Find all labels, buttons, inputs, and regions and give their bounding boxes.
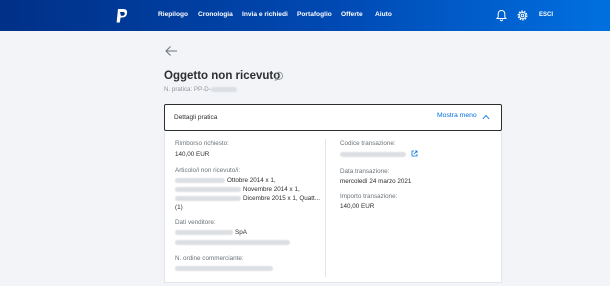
transaction-date-label: Data transazione:	[340, 168, 390, 175]
case-number: N. pratica: PP-D-	[164, 86, 237, 93]
nav-item-aiuto[interactable]: Aiuto	[375, 11, 392, 18]
transaction-amount-label: Importo transazione:	[340, 193, 398, 200]
redacted-transaction-code[interactable]	[340, 152, 406, 157]
nav-item-riepilogo[interactable]: Riepilogo	[158, 11, 188, 18]
settings-gear-icon[interactable]	[516, 9, 529, 22]
case-details-body: Rimborso richiesto: 140,00 EUR Articolo/…	[164, 131, 502, 283]
redacted-seller-email	[175, 240, 290, 245]
item-line-1: Ottobre 2014 x 1,	[175, 177, 276, 184]
chat-bubble-icon[interactable]	[274, 71, 284, 81]
merchant-order-label: N. ordine commerciante:	[175, 255, 244, 262]
transaction-code-label: Codice transazione:	[340, 140, 396, 147]
redacted-case-id	[210, 86, 237, 92]
nav-item-invia-e-richiedi[interactable]: Invia e richiedi	[242, 11, 288, 18]
logout-button[interactable]: ESCI	[539, 12, 553, 18]
seller-label: Dati venditore:	[175, 219, 216, 226]
paypal-logo[interactable]	[115, 8, 129, 24]
items-label: Articolo/i non ricevuto/i:	[175, 167, 241, 174]
nav-item-offerte[interactable]: Offerte	[341, 11, 363, 18]
show-less-toggle[interactable]: Mostra meno	[437, 112, 477, 119]
redacted-item-1	[175, 177, 225, 183]
item-line-3: Dicembre 2015 x 1, Quatt...	[175, 195, 320, 202]
notification-bell-icon[interactable]	[495, 9, 508, 22]
external-link-icon[interactable]	[411, 150, 418, 157]
item-line-4: (1)	[175, 204, 183, 211]
redacted-item-2	[175, 186, 241, 192]
top-navigation-bar: Riepilogo Cronologia Invia e richiedi Po…	[0, 0, 610, 31]
refund-label: Rimborso richiesto:	[175, 140, 229, 147]
refund-value: 140,00 EUR	[175, 151, 210, 158]
chevron-up-icon[interactable]	[482, 114, 490, 120]
item-line-2: Novembre 2014 x 1,	[175, 186, 300, 193]
page-title: Oggetto non ricevuto	[164, 70, 281, 82]
nav-item-portafoglio[interactable]: Portafoglio	[297, 11, 332, 18]
column-divider	[325, 139, 326, 277]
redacted-seller-name	[175, 229, 233, 235]
case-number-label: N. pratica: PP-D-	[164, 86, 211, 93]
nav-item-cronologia[interactable]: Cronologia	[198, 11, 233, 18]
transaction-date-value: mercoledì 24 marzo 2021	[340, 178, 412, 185]
transaction-amount-value: 140,00 EUR	[340, 203, 375, 210]
seller-value: SpA	[175, 229, 247, 236]
case-details-header[interactable]: Dettagli pratica Mostra meno	[164, 104, 502, 131]
back-arrow-icon[interactable]	[164, 45, 178, 57]
redacted-order-number	[175, 266, 273, 271]
case-details-title: Dettagli pratica	[174, 114, 218, 121]
redacted-item-3	[175, 195, 241, 201]
